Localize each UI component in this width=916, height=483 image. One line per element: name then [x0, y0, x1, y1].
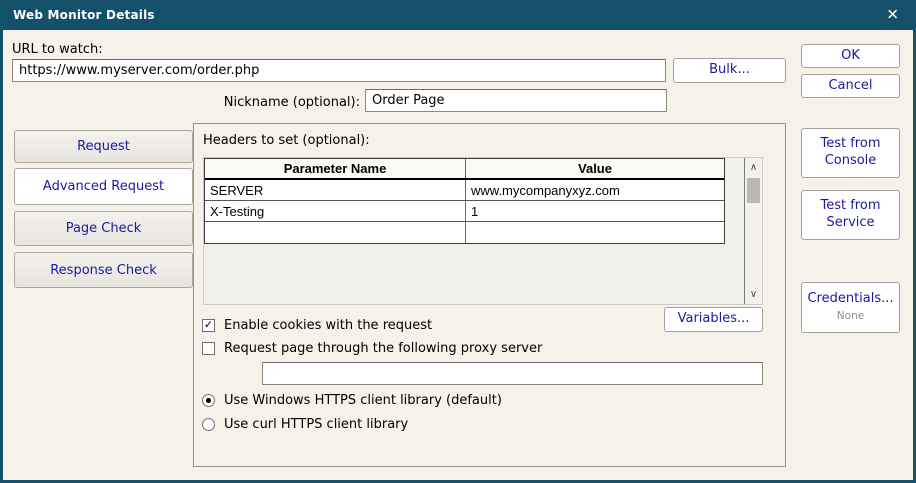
headers-listview: Parameter Name Value SERVER www.mycompan… [203, 157, 763, 305]
tab-request-label: Request [77, 139, 130, 154]
tab-response-check[interactable]: Response Check [14, 252, 193, 288]
curl-https-radio-row: Use curl HTTPS client library [202, 417, 408, 432]
variables-button[interactable]: Variables... [664, 307, 763, 332]
column-header-parameter-name: Parameter Name [205, 159, 466, 178]
table-row: SERVER www.mycompanyxyz.com [205, 180, 724, 201]
param-value-cell[interactable]: www.mycompanyxyz.com [466, 180, 724, 200]
credentials-button[interactable]: Credentials... None [801, 282, 900, 333]
proxy-checkbox-row: ✓ Request page through the following pro… [202, 341, 542, 356]
tab-page-check[interactable]: Page Check [14, 211, 193, 246]
title-bar: Web Monitor Details ✕ [0, 0, 916, 30]
tab-page-check-label: Page Check [66, 221, 142, 236]
test-from-service-button[interactable]: Test from Service [801, 190, 900, 240]
enable-cookies-row: ✓ Enable cookies with the request [202, 318, 432, 333]
column-header-value: Value [466, 159, 724, 178]
enable-cookies-checkbox[interactable]: ✓ [202, 319, 215, 332]
proxy-server-input[interactable] [262, 362, 763, 385]
param-name-cell[interactable]: SERVER [205, 180, 466, 200]
param-value-cell[interactable]: 1 [466, 201, 724, 221]
scrollbar-thumb[interactable] [747, 178, 760, 203]
ok-button[interactable]: OK [801, 44, 900, 68]
proxy-checkbox[interactable]: ✓ [202, 342, 215, 355]
table-row [205, 222, 724, 243]
enable-cookies-label[interactable]: Enable cookies with the request [224, 318, 432, 333]
headers-table: Parameter Name Value SERVER www.mycompan… [204, 158, 725, 244]
windows-https-radio[interactable] [202, 394, 215, 407]
dialog-body: URL to watch: Bulk... Nickname (optional… [3, 30, 913, 480]
close-icon[interactable]: ✕ [882, 6, 903, 25]
param-name-cell[interactable] [205, 222, 466, 243]
url-label: URL to watch: [12, 42, 103, 57]
radio-dot [206, 398, 211, 403]
curl-https-radio-label[interactable]: Use curl HTTPS client library [224, 417, 408, 432]
curl-https-radio[interactable] [202, 418, 215, 431]
url-input[interactable] [12, 59, 666, 82]
cancel-button[interactable]: Cancel [801, 74, 900, 98]
param-value-cell[interactable] [466, 222, 724, 243]
bulk-button[interactable]: Bulk... [673, 58, 786, 83]
headers-table-header-row: Parameter Name Value [205, 159, 724, 180]
tab-request[interactable]: Request [14, 130, 193, 163]
tab-advanced-request-label: Advanced Request [43, 179, 164, 194]
nickname-label: Nickname (optional): [160, 95, 360, 110]
credentials-status: None [837, 310, 864, 324]
test-from-console-button[interactable]: Test from Console [801, 128, 900, 178]
vertical-scrollbar[interactable]: ∧ ∨ [744, 158, 762, 304]
headers-to-set-label: Headers to set (optional): [203, 133, 370, 148]
scroll-up-icon[interactable]: ∧ [745, 160, 762, 175]
web-monitor-details-dialog: Web Monitor Details ✕ URL to watch: Bulk… [0, 0, 916, 483]
tab-advanced-request[interactable]: Advanced Request [14, 168, 193, 205]
windows-https-radio-row: Use Windows HTTPS client library (defaul… [202, 393, 502, 408]
scroll-down-icon[interactable]: ∨ [745, 287, 762, 302]
proxy-checkbox-label[interactable]: Request page through the following proxy… [224, 341, 542, 356]
check-icon: ✓ [204, 318, 213, 331]
windows-https-radio-label[interactable]: Use Windows HTTPS client library (defaul… [224, 393, 502, 408]
nickname-input[interactable] [365, 89, 667, 112]
tab-response-check-label: Response Check [50, 263, 157, 278]
param-name-cell[interactable]: X-Testing [205, 201, 466, 221]
window-title: Web Monitor Details [13, 8, 155, 22]
table-row: X-Testing 1 [205, 201, 724, 222]
credentials-button-label: Credentials... [807, 291, 893, 308]
